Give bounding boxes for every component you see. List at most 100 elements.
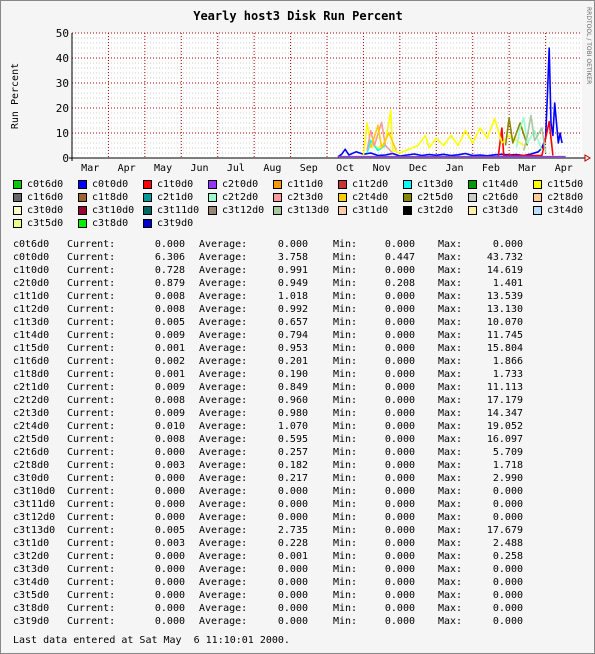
legend-swatch xyxy=(13,193,22,202)
x-tick-label: May xyxy=(154,163,172,174)
stat-max: 0.000 xyxy=(492,590,523,601)
stat-min: 0.000 xyxy=(384,434,415,445)
y-tick-label: 10 xyxy=(56,127,69,140)
legend-label: c1t4d0 xyxy=(482,179,519,190)
stat-min: 0.000 xyxy=(384,330,415,341)
stat-label: Current: xyxy=(67,603,116,614)
stat-name: c3t11d0 xyxy=(13,499,56,510)
legend-swatch xyxy=(468,206,477,215)
stat-current: 0.001 xyxy=(154,343,185,354)
legend-label: c3t4d0 xyxy=(547,205,584,216)
x-tick-label: Jun xyxy=(190,163,208,174)
stat-average: 0.849 xyxy=(277,382,308,393)
stat-name: c1t5d0 xyxy=(13,343,50,354)
legend-swatch xyxy=(273,206,282,215)
stat-average: 0.980 xyxy=(277,408,308,419)
x-tick-label: Apr xyxy=(555,163,573,174)
stat-label: Current: xyxy=(67,577,116,588)
stat-min: 0.000 xyxy=(384,408,415,419)
stat-max: 10.070 xyxy=(486,317,523,328)
stat-average: 0.000 xyxy=(277,590,308,601)
stat-max: 13.539 xyxy=(486,291,523,302)
stat-min: 0.000 xyxy=(384,603,415,614)
stat-label: Current: xyxy=(67,317,116,328)
stat-current: 0.000 xyxy=(154,486,185,497)
legend-label: c3t5d0 xyxy=(27,218,64,229)
x-tick-label: Mar xyxy=(518,163,536,174)
stat-label: Current: xyxy=(67,590,116,601)
legend-label: c2t0d0 xyxy=(222,179,259,190)
y-tick-label: 40 xyxy=(56,52,69,65)
stat-name: c3t2d0 xyxy=(13,551,50,562)
stat-max: 43.732 xyxy=(486,252,523,263)
legend-swatch xyxy=(533,206,542,215)
legend-label: c3t3d0 xyxy=(482,205,519,216)
legend-label: c0t6d0 xyxy=(27,179,64,190)
stat-name: c1t2d0 xyxy=(13,304,50,315)
stat-name: c0t0d0 xyxy=(13,252,50,263)
x-tick-label: Jan xyxy=(445,163,463,174)
stat-current: 6.306 xyxy=(154,252,185,263)
stat-average: 0.257 xyxy=(277,447,308,458)
stat-current: 0.003 xyxy=(154,460,185,471)
y-tick-label: 20 xyxy=(56,102,69,115)
stat-name: c2t2d0 xyxy=(13,395,50,406)
x-tick-label: Sep xyxy=(300,163,318,174)
stat-min: 0.000 xyxy=(384,447,415,458)
stat-max: 0.258 xyxy=(492,551,523,562)
legend-label: c1t8d0 xyxy=(92,192,129,203)
stat-label: Current: xyxy=(67,434,116,445)
y-tick-label: 30 xyxy=(56,77,69,90)
legend-label: c3t1d0 xyxy=(352,205,389,216)
stat-average: 0.201 xyxy=(277,356,308,367)
legend-label: c2t6d0 xyxy=(482,192,519,203)
legend-swatch xyxy=(13,180,22,189)
last-update-footer: Last data entered at Sat May 6 11:10:01 … xyxy=(13,635,290,646)
stat-average: 0.217 xyxy=(277,473,308,484)
legend-label: c0t0d0 xyxy=(92,179,129,190)
stat-min: 0.208 xyxy=(384,278,415,289)
stat-name: c3t13d0 xyxy=(13,525,56,536)
stat-average: 0.000 xyxy=(277,486,308,497)
stat-label: Current: xyxy=(67,499,116,510)
stat-name: c1t0d0 xyxy=(13,265,50,276)
stat-current: 0.000 xyxy=(154,473,185,484)
stat-label: Current: xyxy=(67,278,116,289)
stat-label: Current: xyxy=(67,525,116,536)
legend-label: c2t5d0 xyxy=(417,192,454,203)
stat-average: 0.794 xyxy=(277,330,308,341)
stat-label: Current: xyxy=(67,616,116,627)
stat-max: 14.347 xyxy=(486,408,523,419)
stat-average: 0.182 xyxy=(277,460,308,471)
stat-min: 0.000 xyxy=(384,473,415,484)
legend-label: c1t5d0 xyxy=(547,179,584,190)
stat-label: Current: xyxy=(67,330,116,341)
stat-name: c3t3d0 xyxy=(13,564,50,575)
legend-swatch xyxy=(338,193,347,202)
stat-average: 0.228 xyxy=(277,538,308,549)
stat-label: Current: xyxy=(67,486,116,497)
stat-label: Current: xyxy=(67,252,116,263)
stat-average: 0.000 xyxy=(277,512,308,523)
stat-label: Current: xyxy=(67,304,116,315)
stat-name: c3t10d0 xyxy=(13,486,56,497)
legend-label: c1t6d0 xyxy=(27,192,64,203)
stat-label: Current: xyxy=(67,538,116,549)
stat-max: 16.097 xyxy=(486,434,523,445)
stat-label: Current: xyxy=(67,564,116,575)
legend-label: c1t0d0 xyxy=(157,179,194,190)
legend-label: c3t13d0 xyxy=(287,205,330,216)
stat-min: 0.000 xyxy=(384,486,415,497)
x-tick-label: Oct xyxy=(336,163,354,174)
legend-label: c3t8d0 xyxy=(92,218,129,229)
stat-min: 0.000 xyxy=(384,317,415,328)
stat-name: c2t1d0 xyxy=(13,382,50,393)
stat-max: 17.179 xyxy=(486,395,523,406)
stat-current: 0.009 xyxy=(154,330,185,341)
legend-label: c3t10d0 xyxy=(92,205,135,216)
stat-min: 0.000 xyxy=(384,304,415,315)
legend-label: c2t4d0 xyxy=(352,192,389,203)
x-axis-arrow xyxy=(584,154,591,162)
stat-max: 19.052 xyxy=(486,421,523,432)
stat-max: 2.488 xyxy=(492,538,523,549)
